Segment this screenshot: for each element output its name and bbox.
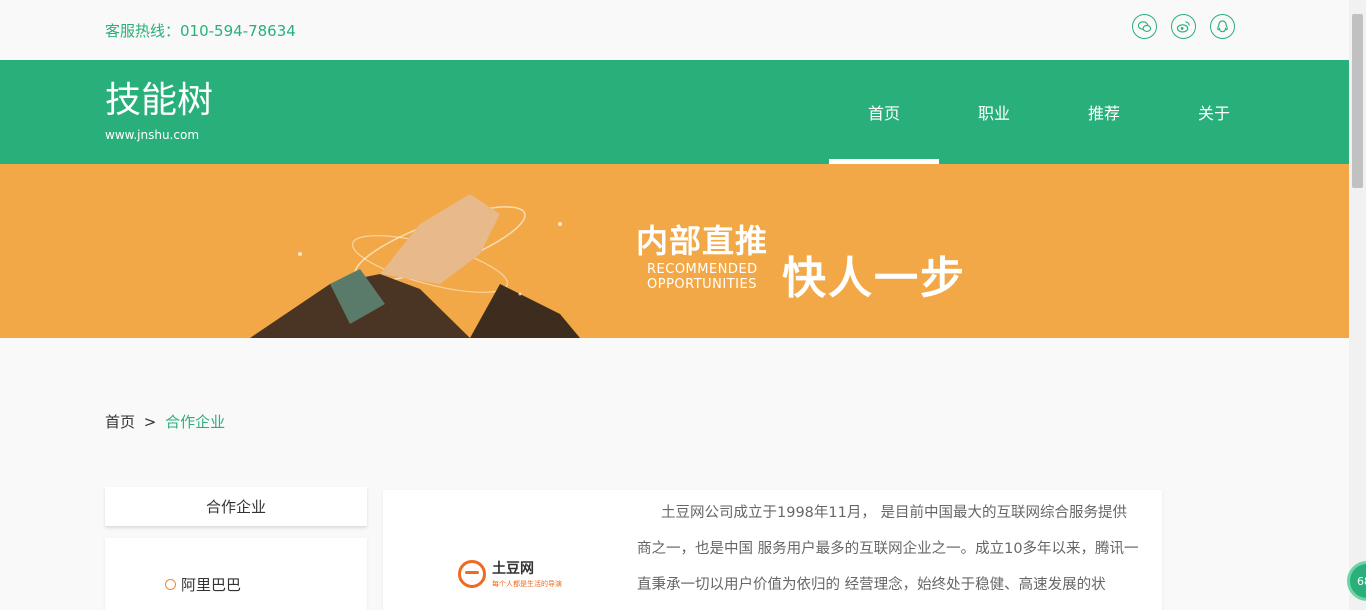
page-scrollbar[interactable] — [1349, 0, 1366, 610]
logo-slogan: 每个人都是生活的导演 — [492, 580, 562, 588]
banner-subtitle-line2: OPPORTUNITIES — [647, 277, 757, 292]
top-bar: 客服热线：010-594-78634 — [0, 0, 1349, 60]
hotline-text: 客服热线：010-594-78634 — [105, 22, 296, 40]
breadcrumb-home[interactable]: 首页 — [105, 413, 135, 431]
scrollbar-thumb[interactable] — [1352, 14, 1363, 188]
company-card: 土豆网 每个人都是生活的导演 土豆网公司成立于1998年11月， 是目前中国最大… — [383, 490, 1162, 610]
breadcrumb-current: 合作企业 — [165, 413, 226, 431]
sidebar-item-label: 阿里巴巴 — [181, 576, 242, 594]
social-links — [1132, 14, 1235, 39]
breadcrumb-separator: > — [143, 413, 157, 431]
sidebar-list: 阿里巴巴 — [105, 538, 367, 610]
hero-banner: 内部直推 RECOMMENDED OPPORTUNITIES 快人一步 — [0, 164, 1349, 338]
brand[interactable]: 技能树 www.jnshu.com — [105, 80, 213, 142]
brand-url: www.jnshu.com — [105, 128, 200, 142]
brand-name: 技能树 — [105, 80, 214, 121]
site-header: 技能树 www.jnshu.com 首页 职业 推荐 关于 — [0, 60, 1349, 164]
nav-item-career[interactable]: 职业 — [939, 60, 1049, 164]
banner-subtitle-line1: RECOMMENDED — [647, 262, 758, 277]
logo-name: 土豆网 — [492, 561, 534, 577]
main-nav: 首页 职业 推荐 关于 — [829, 60, 1269, 164]
nav-item-home[interactable]: 首页 — [829, 60, 939, 164]
sidebar-item-alibaba[interactable]: 阿里巴巴 — [165, 574, 241, 595]
tudou-logo-icon — [458, 559, 486, 588]
company-description: 土豆网公司成立于1998年11月， 是目前中国最大的互联网综合服务提供商之一，也… — [637, 505, 1139, 593]
nav-item-recommend[interactable]: 推荐 — [1049, 60, 1159, 164]
nav-item-about[interactable]: 关于 — [1159, 60, 1269, 164]
weibo-icon[interactable] — [1171, 14, 1196, 39]
wechat-icon[interactable] — [1132, 14, 1157, 39]
company-logo: 土豆网 每个人都是生活的导演 — [458, 558, 562, 589]
qq-icon[interactable] — [1210, 14, 1235, 39]
circle-bullet-icon — [165, 579, 176, 590]
banner-slogan: 快人一步 — [782, 253, 966, 304]
breadcrumb: 首页 > 合作企业 — [105, 411, 225, 432]
banner-title: 内部直推 — [636, 222, 769, 260]
sidebar-heading: 合作企业 — [105, 487, 367, 526]
